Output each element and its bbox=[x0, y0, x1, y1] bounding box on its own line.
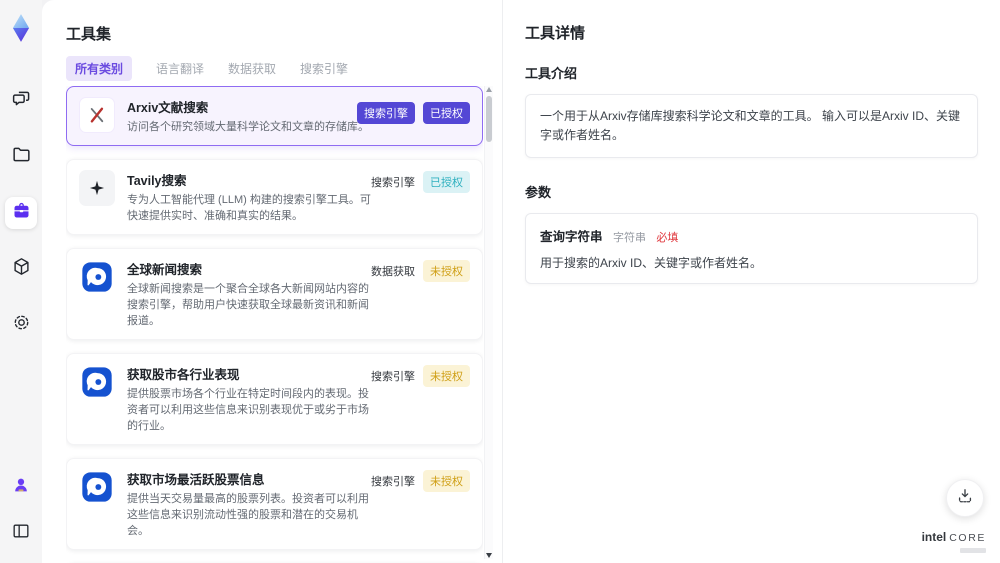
sidebar-item-account[interactable] bbox=[5, 471, 37, 503]
param-name: 查询字符串 bbox=[540, 230, 603, 245]
sidebar-item-settings[interactable] bbox=[5, 309, 37, 341]
tool-list-panel: 工具集 所有类别 语言翻译 数据获取 搜索引擎 Arxiv文献搜索 访问各个研究… bbox=[42, 0, 502, 563]
status-badge: 未授权 bbox=[423, 470, 470, 492]
list-scrollbar[interactable] bbox=[484, 86, 493, 559]
tool-desc: 专为人工智能代理 (LLM) 构建的搜索引擎工具。可快速提供实时、准确和真实的结… bbox=[127, 194, 371, 222]
cube-icon bbox=[11, 256, 32, 282]
category-label: 搜索引擎 bbox=[371, 371, 415, 383]
tool-list: Arxiv文献搜索 访问各个研究领域大量科学论文和文章的存储库。 搜索引擎 已授… bbox=[66, 86, 483, 563]
tool-name: 获取股市各行业表现 bbox=[127, 368, 240, 382]
tool-desc: 访问各个研究领域大量科学论文和文章的存储库。 bbox=[127, 121, 369, 133]
chat-icon bbox=[11, 88, 32, 114]
category-badge: 搜索引擎 bbox=[357, 102, 415, 124]
arxiv-icon bbox=[79, 97, 115, 133]
sidebar bbox=[0, 0, 42, 563]
tool-desc: 全球新闻搜索是一个聚合全球各大新闻网站内容的搜索引擎，帮助用户快速获取全球最新资… bbox=[127, 283, 369, 327]
brand-sub-mark bbox=[960, 548, 986, 553]
tool-card-arxiv[interactable]: Arxiv文献搜索 访问各个研究领域大量科学论文和文章的存储库。 搜索引擎 已授… bbox=[66, 86, 483, 146]
tavily-star-icon bbox=[79, 170, 115, 206]
user-avatar-icon bbox=[11, 475, 31, 500]
sidebar-item-files[interactable] bbox=[5, 141, 37, 173]
scroll-up-arrow-icon[interactable] bbox=[486, 87, 492, 92]
intro-heading: 工具介绍 bbox=[525, 66, 578, 81]
param-required-badge: 必填 bbox=[656, 232, 679, 245]
intro-box: 一个用于从Arxiv存储库搜索科学论文和文章的工具。 输入可以是Arxiv ID… bbox=[525, 94, 978, 159]
category-tabs: 所有类别 语言翻译 数据获取 搜索引擎 bbox=[66, 56, 348, 81]
scrollbar-thumb[interactable] bbox=[486, 96, 492, 142]
status-badge: 未授权 bbox=[423, 365, 470, 387]
tool-card-active-stocks[interactable]: 获取市场最活跃股票信息 提供当天交易量最高的股票列表。投资者可以利用这些信息来识… bbox=[66, 458, 483, 550]
param-box: 查询字符串 字符串 必填 用于搜索的Arxiv ID、关键字或作者姓名。 bbox=[525, 213, 978, 285]
param-desc: 用于搜索的Arxiv ID、关键字或作者姓名。 bbox=[540, 256, 763, 271]
sidebar-item-toolbox[interactable] bbox=[5, 197, 37, 229]
gear-icon bbox=[11, 312, 32, 338]
main-content: 工具集 所有类别 语言翻译 数据获取 搜索引擎 Arxiv文献搜索 访问各个研究… bbox=[42, 0, 1000, 563]
download-icon bbox=[955, 486, 975, 511]
brand-intel: intel bbox=[921, 530, 947, 545]
tab-search-engine[interactable]: 搜索引擎 bbox=[300, 56, 348, 81]
sidebar-item-chat[interactable] bbox=[5, 85, 37, 117]
news-bubble-icon bbox=[79, 259, 115, 295]
news-bubble-icon bbox=[79, 364, 115, 400]
tool-desc: 提供股票市场各个行业在特定时间段内的表现。投资者可以利用这些信息来识别表现优于或… bbox=[127, 388, 369, 432]
scroll-down-arrow-icon[interactable] bbox=[486, 553, 492, 558]
intel-core-logo: intel CORE bbox=[922, 531, 986, 553]
tool-card-global-news[interactable]: 全球新闻搜索 全球新闻搜索是一个聚合全球各大新闻网站内容的搜索引擎，帮助用户快速… bbox=[66, 248, 483, 340]
briefcase-icon bbox=[11, 200, 32, 226]
tool-detail-panel: 工具详情 工具介绍 一个用于从Arxiv存储库搜索科学论文和文章的工具。 输入可… bbox=[502, 0, 1000, 563]
status-badge: 已授权 bbox=[423, 102, 470, 124]
params-heading: 参数 bbox=[525, 185, 552, 201]
brand-core: CORE bbox=[949, 532, 986, 545]
news-bubble-icon bbox=[79, 469, 115, 505]
tab-all-categories[interactable]: 所有类别 bbox=[66, 56, 133, 81]
status-badge: 已授权 bbox=[423, 171, 470, 193]
tool-name: 获取市场最活跃股票信息 bbox=[127, 473, 265, 487]
page-title: 工具集 bbox=[66, 26, 112, 43]
tool-name: 全球新闻搜索 bbox=[127, 263, 203, 277]
category-label: 搜索引擎 bbox=[371, 476, 415, 488]
detail-title: 工具详情 bbox=[525, 25, 586, 42]
tool-name: Arxiv文献搜索 bbox=[127, 101, 209, 115]
tool-desc: 提供当天交易量最高的股票列表。投资者可以利用这些信息来识别流动性强的股票和潜在的… bbox=[127, 493, 369, 537]
app-logo-icon bbox=[7, 13, 35, 43]
tab-data-fetch[interactable]: 数据获取 bbox=[228, 56, 276, 81]
tool-name: Tavily搜索 bbox=[127, 174, 187, 188]
status-badge: 未授权 bbox=[423, 260, 470, 282]
panel-toggle-icon bbox=[11, 521, 31, 546]
param-type: 字符串 bbox=[612, 232, 646, 245]
tool-card-tavily[interactable]: Tavily搜索 专为人工智能代理 (LLM) 构建的搜索引擎工具。可快速提供实… bbox=[66, 159, 483, 235]
category-label: 数据获取 bbox=[371, 266, 415, 278]
intro-text: 一个用于从Arxiv存储库搜索科学论文和文章的工具。 输入可以是Arxiv ID… bbox=[540, 109, 961, 143]
tool-card-sector-performance[interactable]: 获取股市各行业表现 提供股票市场各个行业在特定时间段内的表现。投资者可以利用这些… bbox=[66, 353, 483, 445]
sidebar-item-collapse[interactable] bbox=[5, 517, 37, 549]
tab-translation[interactable]: 语言翻译 bbox=[156, 56, 204, 81]
download-button[interactable] bbox=[946, 479, 984, 517]
category-label: 搜索引擎 bbox=[371, 177, 415, 189]
sidebar-item-plugins[interactable] bbox=[5, 253, 37, 285]
folder-icon bbox=[11, 144, 32, 170]
